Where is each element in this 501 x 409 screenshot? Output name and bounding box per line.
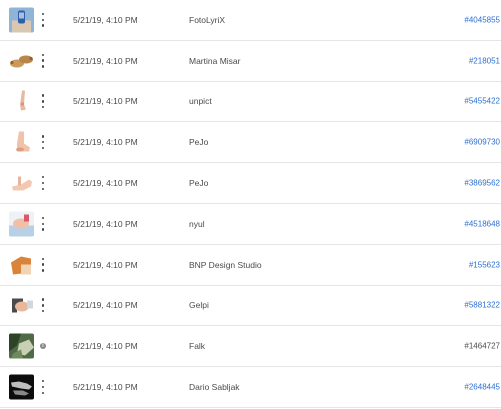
author-cell: Dario Sabljak <box>189 382 240 393</box>
author-cell: Martina Misar <box>189 55 241 66</box>
thumbnail-image[interactable] <box>9 211 34 237</box>
date-cell: 5/21/19, 4:10 PM <box>73 14 138 25</box>
list-item[interactable]: 5/21/19, 4:10 PM Gelpi #5881322 <box>0 286 501 327</box>
thumbnail-image[interactable] <box>9 48 34 74</box>
date-cell: 5/21/19, 4:10 PM <box>73 259 138 270</box>
thumbnail-image[interactable] <box>9 88 34 114</box>
thumbnail-image[interactable] <box>9 333 34 359</box>
thumbnail-image[interactable] <box>9 170 34 196</box>
date-cell: 5/21/19, 4:10 PM <box>73 218 138 229</box>
author-cell: Gelpi <box>189 300 209 311</box>
date-cell: 5/21/19, 4:10 PM <box>73 382 138 393</box>
more-options-icon[interactable] <box>38 135 48 150</box>
more-options-icon[interactable] <box>38 257 48 272</box>
more-options-icon[interactable] <box>38 94 48 109</box>
asset-id-link[interactable]: #6909730 <box>464 138 500 147</box>
asset-id-link[interactable]: #5455422 <box>464 97 500 106</box>
more-options-icon[interactable] <box>38 176 48 191</box>
asset-id-link[interactable]: #5881322 <box>464 301 500 310</box>
list-item[interactable]: 5/21/19, 4:10 PM unpict #5455422 <box>0 82 501 123</box>
date-cell: 5/21/19, 4:10 PM <box>73 341 138 352</box>
list-item[interactable]: 5/21/19, 4:10 PM PeJo #3869562 <box>0 163 501 204</box>
thumbnail-image[interactable] <box>9 292 34 318</box>
author-cell: nyul <box>189 218 205 229</box>
info-icon[interactable]: i <box>38 341 48 351</box>
date-cell: 5/21/19, 4:10 PM <box>73 55 138 66</box>
more-options-icon[interactable] <box>38 12 48 27</box>
more-options-icon[interactable] <box>38 216 48 231</box>
thumbnail-image[interactable] <box>9 252 34 278</box>
more-options-icon[interactable] <box>38 380 48 395</box>
thumbnail-image[interactable] <box>9 7 34 33</box>
list-item[interactable]: 5/21/19, 4:10 PM BNP Design Studio #1556… <box>0 245 501 286</box>
date-cell: 5/21/19, 4:10 PM <box>73 137 138 148</box>
list-item[interactable]: 5/21/19, 4:10 PM Dario Sabljak #2648445 <box>0 367 501 408</box>
date-cell: 5/21/19, 4:10 PM <box>73 300 138 311</box>
author-cell: FotoLyriX <box>189 14 226 25</box>
asset-id-link[interactable]: #2648445 <box>464 383 500 392</box>
author-cell: PeJo <box>189 137 209 148</box>
asset-id-link[interactable]: #3869562 <box>464 179 500 188</box>
more-options-icon[interactable] <box>38 298 48 313</box>
author-cell: BNP Design Studio <box>189 259 262 270</box>
asset-id-link[interactable]: #4045855 <box>464 15 500 24</box>
date-cell: 5/21/19, 4:10 PM <box>73 178 138 189</box>
asset-id-link[interactable]: #218051 <box>469 56 500 65</box>
list-item[interactable]: 5/21/19, 4:10 PM FotoLyriX #4045855 <box>0 0 501 41</box>
author-cell: Falk <box>189 341 206 352</box>
asset-list: 5/21/19, 4:10 PM FotoLyriX #4045855 5/21… <box>0 0 501 409</box>
asset-id-link[interactable]: #4518648 <box>464 219 500 228</box>
author-cell: unpict <box>189 96 212 107</box>
asset-id-text: #1464727 <box>464 341 500 351</box>
thumbnail-image[interactable] <box>9 129 34 155</box>
list-item[interactable]: i 5/21/19, 4:10 PM Falk #1464727 <box>0 326 501 368</box>
list-item[interactable]: 5/21/19, 4:10 PM Martina Misar #218051 <box>0 41 501 82</box>
more-options-icon[interactable] <box>38 53 48 68</box>
date-cell: 5/21/19, 4:10 PM <box>73 96 138 107</box>
author-cell: PeJo <box>189 178 209 189</box>
asset-id-link[interactable]: #155623 <box>469 260 500 269</box>
thumbnail-image[interactable] <box>9 374 34 400</box>
list-item[interactable]: 5/21/19, 4:10 PM nyul #4518648 <box>0 204 501 245</box>
list-item[interactable]: 5/21/19, 4:10 PM PeJo #6909730 <box>0 122 501 164</box>
